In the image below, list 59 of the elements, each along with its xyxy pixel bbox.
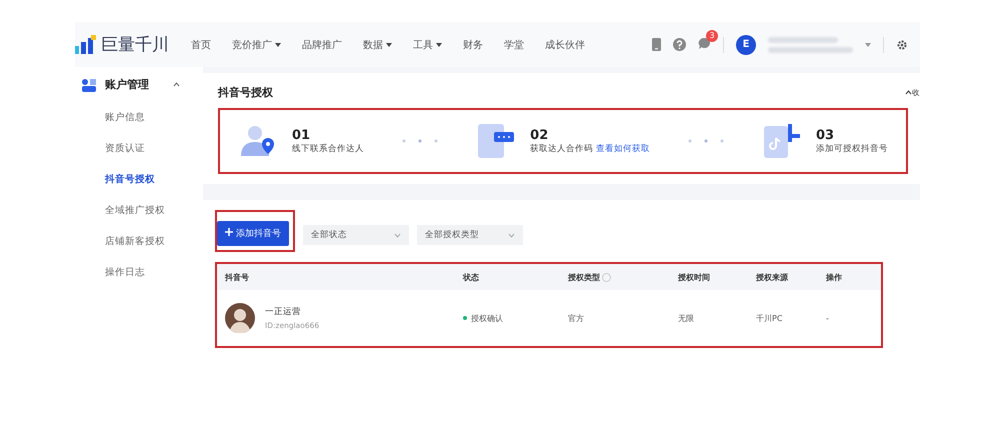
nav-item[interactable]: 财务 (463, 38, 483, 52)
message-icon[interactable] (698, 36, 711, 50)
nav-item[interactable]: 数据 (363, 38, 392, 52)
nav-item[interactable]: 学堂 (504, 38, 524, 52)
filter-dropdown[interactable]: 全部授权类型 (417, 225, 523, 245)
chevron-up-icon[interactable] (905, 90, 912, 94)
caret-icon (865, 42, 871, 46)
sidebar-item[interactable]: 操作日志 (75, 257, 203, 288)
chevron-down-icon (508, 232, 515, 238)
step-number: 02 (530, 128, 550, 142)
user-avatar[interactable]: E (736, 34, 756, 54)
sidebar-group[interactable]: 账户管理 (105, 77, 149, 92)
brand-name: 巨量千川 (101, 34, 169, 56)
avatar (225, 303, 255, 333)
filter-dropdown[interactable]: 全部状态 (303, 225, 409, 245)
sidebar-item[interactable]: 全域推广授权 (75, 195, 203, 226)
table-cell-text: 千川PC (756, 312, 784, 324)
add-account-button[interactable]: 添加抖音号 (217, 221, 289, 246)
sidebar-item[interactable]: 店铺新客授权 (75, 226, 203, 257)
step-text: 添加可授权抖音号 (816, 144, 888, 154)
status-text: 授权确认 (471, 312, 503, 324)
column-header: 授权类型 (568, 272, 678, 282)
nav-item[interactable]: 工具 (413, 38, 442, 52)
column-header: 状态 (463, 272, 480, 282)
table-cell-text: 无限 (678, 312, 695, 324)
help-icon[interactable] (673, 38, 686, 51)
step-text: 获取达人合作码 (530, 144, 594, 154)
step-number: 01 (292, 128, 312, 142)
chevron-up-icon[interactable] (173, 82, 180, 87)
table-cell-text: - (826, 314, 830, 322)
caret-icon (436, 42, 442, 46)
logo-icon (75, 34, 97, 54)
plus-icon (225, 228, 233, 236)
code-card-icon (476, 124, 516, 158)
notification-badge: 3 (706, 30, 718, 42)
nav-item[interactable]: 品牌推广 (302, 38, 342, 52)
page-title: 抖音号授权 (218, 85, 273, 100)
sidebar-item[interactable]: 资质认证 (75, 133, 203, 164)
nav-item[interactable]: 成长伙伴 (545, 38, 585, 52)
column-header: 操作 (826, 272, 843, 282)
nav-item[interactable]: 竞价推广 (232, 38, 281, 52)
chevron-down-icon (394, 232, 401, 238)
music-note-card-icon (762, 124, 802, 158)
step-number: 03 (816, 128, 836, 142)
caret-icon (275, 42, 281, 46)
account-icon (81, 78, 97, 92)
table-cell-text: 官方 (568, 312, 585, 324)
settings-icon[interactable] (896, 38, 908, 50)
sidebar-item[interactable]: 抖音号授权 (75, 164, 203, 195)
phone-icon[interactable] (652, 38, 661, 51)
account-name: 一正运营 (265, 306, 302, 318)
step-text: 线下联系合作达人 (292, 144, 364, 154)
column-header: 授权时间 (678, 272, 711, 282)
sidebar-item[interactable]: 账户信息 (75, 102, 203, 133)
caret-icon (386, 42, 392, 46)
help-link[interactable]: 查看如何获取 (596, 144, 650, 154)
nav-item[interactable]: 首页 (191, 38, 211, 52)
column-header: 抖音号 (225, 272, 250, 282)
column-header: 授权来源 (756, 272, 789, 282)
